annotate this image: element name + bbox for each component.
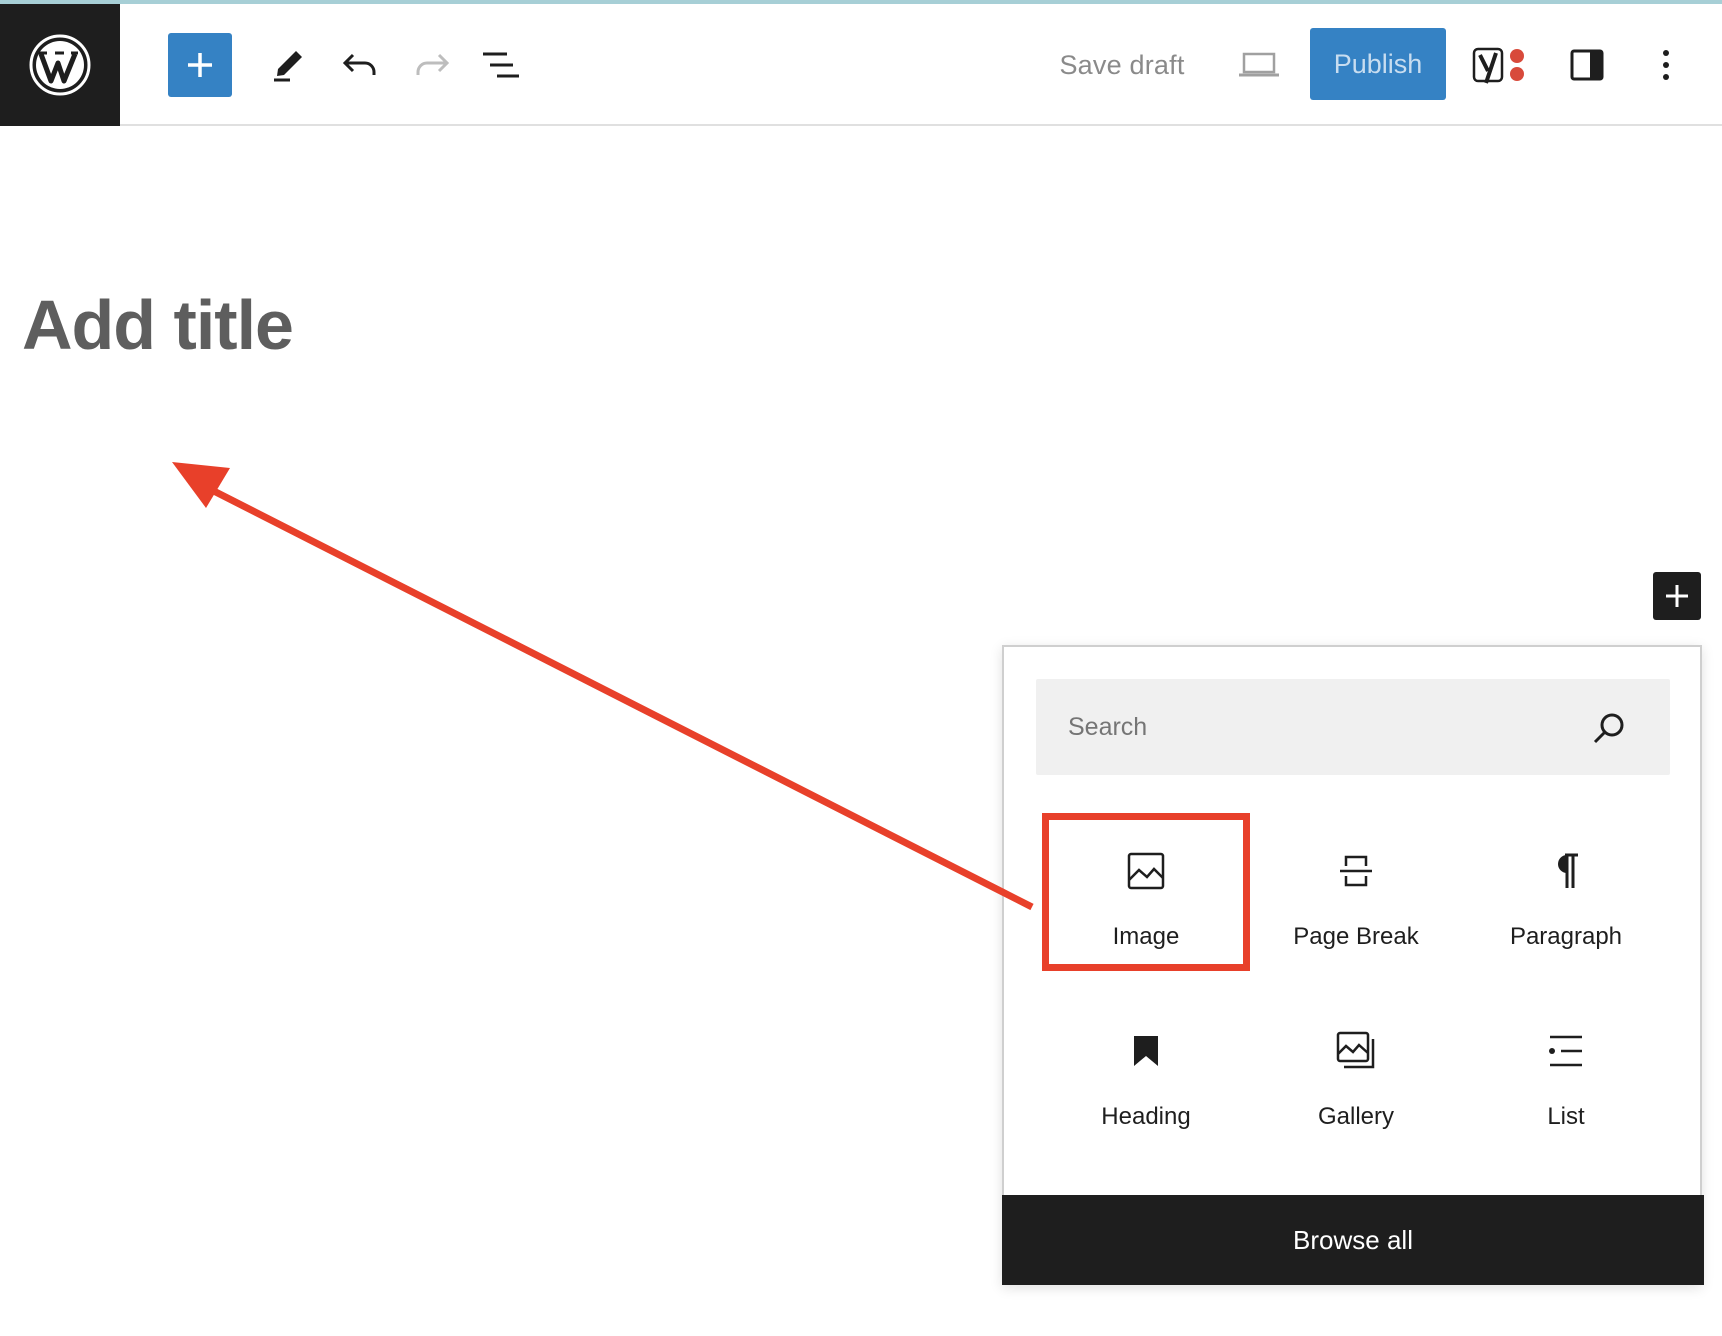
gallery-icon — [1336, 1031, 1375, 1069]
block-inserter-toggle[interactable] — [168, 33, 232, 97]
publish-button[interactable]: Publish — [1310, 28, 1446, 100]
block-item-label: Gallery — [1317, 1103, 1395, 1130]
redo-icon — [416, 53, 450, 75]
block-item-gallery[interactable]: Gallery — [1254, 995, 1458, 1145]
browse-all-button[interactable]: Browse all — [1002, 1195, 1704, 1285]
plus-icon — [188, 53, 212, 77]
block-item-label: Page Break — [1293, 923, 1419, 950]
more-vertical-icon — [1663, 50, 1669, 80]
block-search — [1036, 679, 1670, 775]
post-title-placeholder[interactable]: Add title — [22, 285, 294, 365]
undo-button[interactable] — [330, 34, 390, 96]
block-item-list[interactable]: List — [1464, 995, 1668, 1145]
block-item-label: Heading — [1101, 1103, 1191, 1130]
undo-icon — [342, 53, 376, 75]
block-item-heading[interactable]: Heading — [1044, 995, 1248, 1145]
editor-toolbar: Save draft Publish — [0, 4, 1722, 126]
block-item-page-break[interactable]: Page Break — [1254, 815, 1458, 965]
sidebar-icon — [1570, 49, 1604, 81]
settings-sidebar-button[interactable] — [1556, 34, 1618, 96]
block-item-label: Image — [1112, 923, 1180, 950]
page-break-icon — [1340, 855, 1372, 887]
paragraph-icon — [1558, 853, 1578, 888]
search-icon — [1593, 713, 1624, 744]
redo-button[interactable] — [402, 34, 462, 96]
block-search-input[interactable] — [1036, 679, 1596, 775]
block-item-label: List — [1547, 1103, 1585, 1130]
list-view-icon — [483, 52, 519, 78]
plus-icon — [1666, 585, 1688, 607]
image-icon — [1127, 852, 1165, 890]
preview-button[interactable] — [1228, 34, 1290, 96]
list-icon — [1549, 1035, 1582, 1067]
block-item-image[interactable]: Image — [1044, 815, 1248, 965]
options-menu-button[interactable] — [1636, 34, 1696, 96]
arrow-shaft — [198, 480, 1034, 911]
block-inserter-popover: Image Page Break Paragraph Heading — [1002, 645, 1704, 1285]
save-draft-button[interactable]: Save draft — [1042, 34, 1202, 96]
wordpress-logo-button[interactable] — [0, 4, 120, 126]
laptop-icon — [1239, 52, 1279, 77]
tools-button[interactable] — [258, 34, 318, 96]
yoast-icon — [1472, 47, 1524, 84]
wordpress-icon — [29, 34, 91, 96]
arrow-head — [172, 462, 230, 508]
add-block-button[interactable] — [1653, 572, 1701, 620]
block-item-label: Paragraph — [1509, 923, 1623, 950]
pencil-icon — [274, 51, 302, 82]
document-overview-button[interactable] — [470, 34, 532, 96]
yoast-seo-button[interactable] — [1468, 34, 1534, 96]
block-item-paragraph[interactable]: Paragraph — [1464, 815, 1668, 965]
bookmark-icon — [1134, 1036, 1158, 1066]
